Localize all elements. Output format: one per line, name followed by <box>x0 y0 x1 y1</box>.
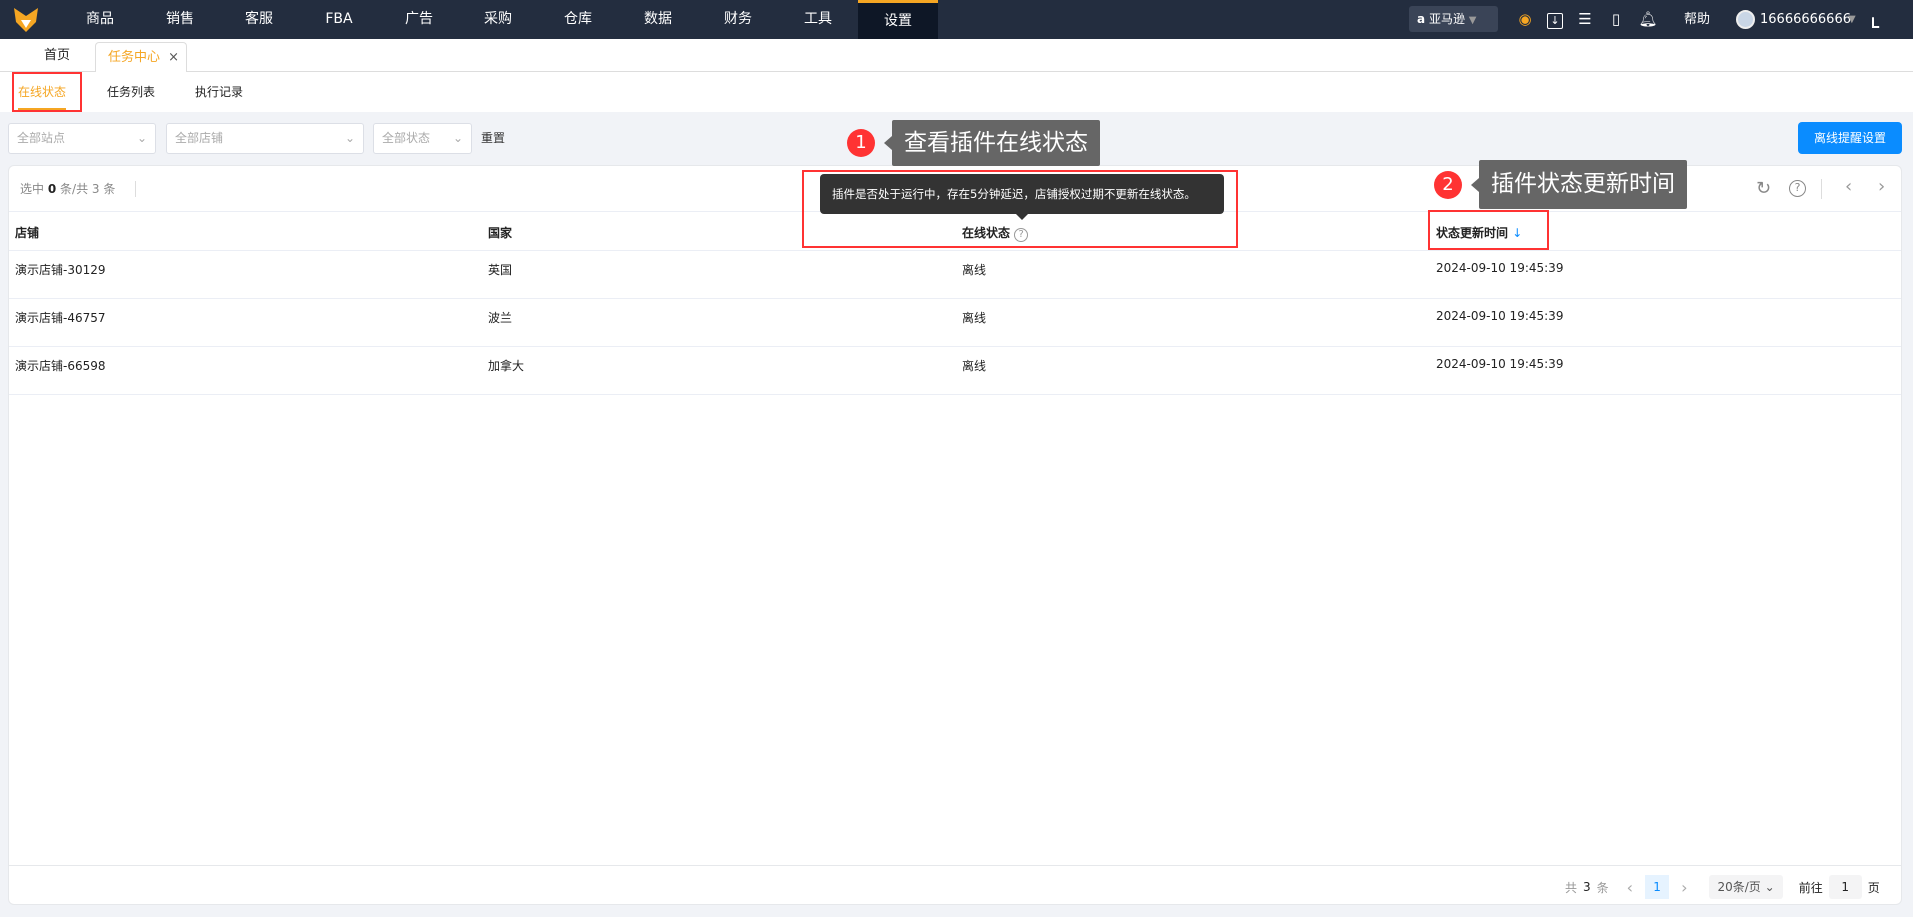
cell-status: 离线 <box>962 359 987 373</box>
nav-item-settings[interactable]: 设置 <box>858 0 938 39</box>
nav-item-tools[interactable]: 工具 <box>778 0 858 39</box>
pagination: 共 3 条 ‹ 1 › 20条/页 ⌄ 前往 1 页 <box>1565 875 1880 899</box>
support-icon[interactable]: ◉ <box>1515 9 1535 29</box>
platform-label: 亚马逊 <box>1428 12 1465 26</box>
annotation-box <box>12 72 82 112</box>
total-count: 3 <box>91 182 100 196</box>
avatar[interactable] <box>1736 10 1755 29</box>
offline-alert-settings-button[interactable]: 离线提醒设置 <box>1798 122 1902 154</box>
page-tabs: 首页 任务中心 × <box>0 39 1913 73</box>
tooltip: 插件是否处于运行中，存在5分钟延迟，店铺授权过期不更新在线状态。 <box>820 174 1224 214</box>
annotation-badge: 1 <box>847 129 875 157</box>
tab-label: 任务中心 <box>108 50 161 65</box>
table-card: 选中 0 条/共 3 条 ↻ ? ‹ › 店铺 国家 在线状态 ? 状态更新时间… <box>8 165 1902 905</box>
page-label: 页 <box>1867 880 1880 895</box>
nav-item-products[interactable]: 商品 <box>60 0 140 39</box>
tooltip-arrow <box>1016 214 1028 220</box>
platform-select[interactable]: a 亚马逊 ▼ <box>1409 6 1498 32</box>
annotation-callout: 插件状态更新时间 <box>1471 160 1687 209</box>
sub-tabs: 在线状态 任务列表 执行记录 <box>0 72 1913 112</box>
pagination-text: 共 <box>1565 880 1578 895</box>
close-icon[interactable]: × <box>168 50 179 65</box>
shop-select-value: 全部店铺 <box>175 131 224 145</box>
user-name[interactable]: 16666666666 <box>1760 0 1851 39</box>
selected-count: 0 <box>47 182 57 196</box>
summary-text: 选中 <box>20 182 45 196</box>
chevron-left-icon[interactable]: ‹ <box>1845 176 1852 197</box>
status-select-value: 全部状态 <box>382 131 431 145</box>
nav-item-data[interactable]: 数据 <box>618 0 698 39</box>
page-size-select[interactable]: 20条/页 ⌄ <box>1709 875 1783 899</box>
download-icon[interactable]: ↓ <box>1545 9 1565 29</box>
mobile-icon[interactable]: ▯ <box>1606 9 1626 29</box>
site-select-value: 全部站点 <box>17 131 66 145</box>
help-link[interactable]: 帮助 <box>1684 0 1710 39</box>
cell-time: 2024-09-10 19:45:39 <box>1436 309 1564 323</box>
cell-country: 英国 <box>488 263 513 277</box>
nav-item-sales[interactable]: 销售 <box>140 0 220 39</box>
cell-shop: 演示店铺-46757 <box>15 311 106 325</box>
nav-item-purchase[interactable]: 采购 <box>458 0 538 39</box>
nav-item-service[interactable]: 客服 <box>219 0 299 39</box>
next-page-icon[interactable]: › <box>1681 878 1687 897</box>
annotation-callout: 查看插件在线状态 <box>884 120 1100 166</box>
bell-icon[interactable]: 🔔︎ <box>1638 9 1658 29</box>
page-size-value: 20条/页 <box>1717 880 1761 894</box>
pagination-text: 条 <box>1596 880 1609 895</box>
annotation-badge: 2 <box>1434 171 1462 199</box>
summary-text: 条 <box>103 182 116 196</box>
summary-text: 条/共 <box>60 182 89 196</box>
chevron-down-icon: ⌄ <box>136 131 147 145</box>
chevron-down-icon: ⌄ <box>344 131 355 145</box>
amazon-icon: a <box>1417 12 1426 26</box>
page-1-button[interactable]: 1 <box>1645 875 1670 899</box>
chevron-down-icon: ⌄ <box>1764 880 1775 894</box>
selection-summary: 选中 0 条/共 3 条 <box>20 166 115 212</box>
divider <box>135 181 136 197</box>
reset-button[interactable]: 重置 <box>481 123 505 154</box>
chevron-down-icon: ⌄ <box>452 131 463 145</box>
cell-time: 2024-09-10 19:45:39 <box>1436 357 1564 371</box>
nav-item-warehouse[interactable]: 仓库 <box>538 0 618 39</box>
cell-country: 波兰 <box>488 311 513 325</box>
nav-item-ads[interactable]: 广告 <box>379 0 459 39</box>
annotation-box <box>1428 210 1549 250</box>
help-icon[interactable]: ? <box>1789 180 1806 197</box>
table-row: 演示店铺-46757 波兰 离线 2024-09-10 19:45:39 <box>9 299 1901 347</box>
fullscreen-icon[interactable] <box>1872 10 1890 28</box>
goto-label: 前往 <box>1798 880 1823 895</box>
status-select[interactable]: 全部状态 ⌄ <box>373 123 472 154</box>
header-shop: 店铺 <box>15 226 40 240</box>
fox-logo-icon[interactable] <box>12 6 40 34</box>
divider <box>1821 179 1822 199</box>
table-row: 演示店铺-30129 英国 离线 2024-09-10 19:45:39 <box>9 251 1901 299</box>
tab-task-center[interactable]: 任务中心 × <box>95 42 187 73</box>
caret-down-icon[interactable]: ▼ <box>1848 0 1856 39</box>
divider <box>9 865 1901 866</box>
cell-time: 2024-09-10 19:45:39 <box>1436 261 1564 275</box>
table-row: 演示店铺-66598 加拿大 离线 2024-09-10 19:45:39 <box>9 347 1901 395</box>
prev-page-icon[interactable]: ‹ <box>1627 878 1633 897</box>
tab-home[interactable]: 首页 <box>44 39 70 72</box>
site-select[interactable]: 全部站点 ⌄ <box>8 123 156 154</box>
cell-status: 离线 <box>962 263 987 277</box>
cell-status: 离线 <box>962 311 987 325</box>
goto-page-input[interactable]: 1 <box>1828 875 1862 899</box>
cell-country: 加拿大 <box>488 359 525 373</box>
header-country: 国家 <box>488 226 513 240</box>
shop-select[interactable]: 全部店铺 ⌄ <box>166 123 364 154</box>
cell-shop: 演示店铺-30129 <box>15 263 106 277</box>
nav-item-fba[interactable]: FBA <box>299 0 379 39</box>
nav-item-finance[interactable]: 财务 <box>698 0 778 39</box>
cell-shop: 演示店铺-66598 <box>15 359 106 373</box>
chevron-right-icon[interactable]: › <box>1878 176 1885 197</box>
task-list-icon[interactable]: ☰ <box>1575 9 1595 29</box>
subtab-task-list[interactable]: 任务列表 <box>107 72 155 112</box>
pagination-total: 3 <box>1583 880 1591 894</box>
top-nav: 商品 销售 客服 FBA 广告 采购 仓库 数据 财务 工具 设置 a 亚马逊 … <box>0 0 1913 39</box>
caret-down-icon: ▼ <box>1468 15 1477 26</box>
subtab-exec-log[interactable]: 执行记录 <box>195 72 243 112</box>
refresh-icon[interactable]: ↻ <box>1756 178 1771 199</box>
